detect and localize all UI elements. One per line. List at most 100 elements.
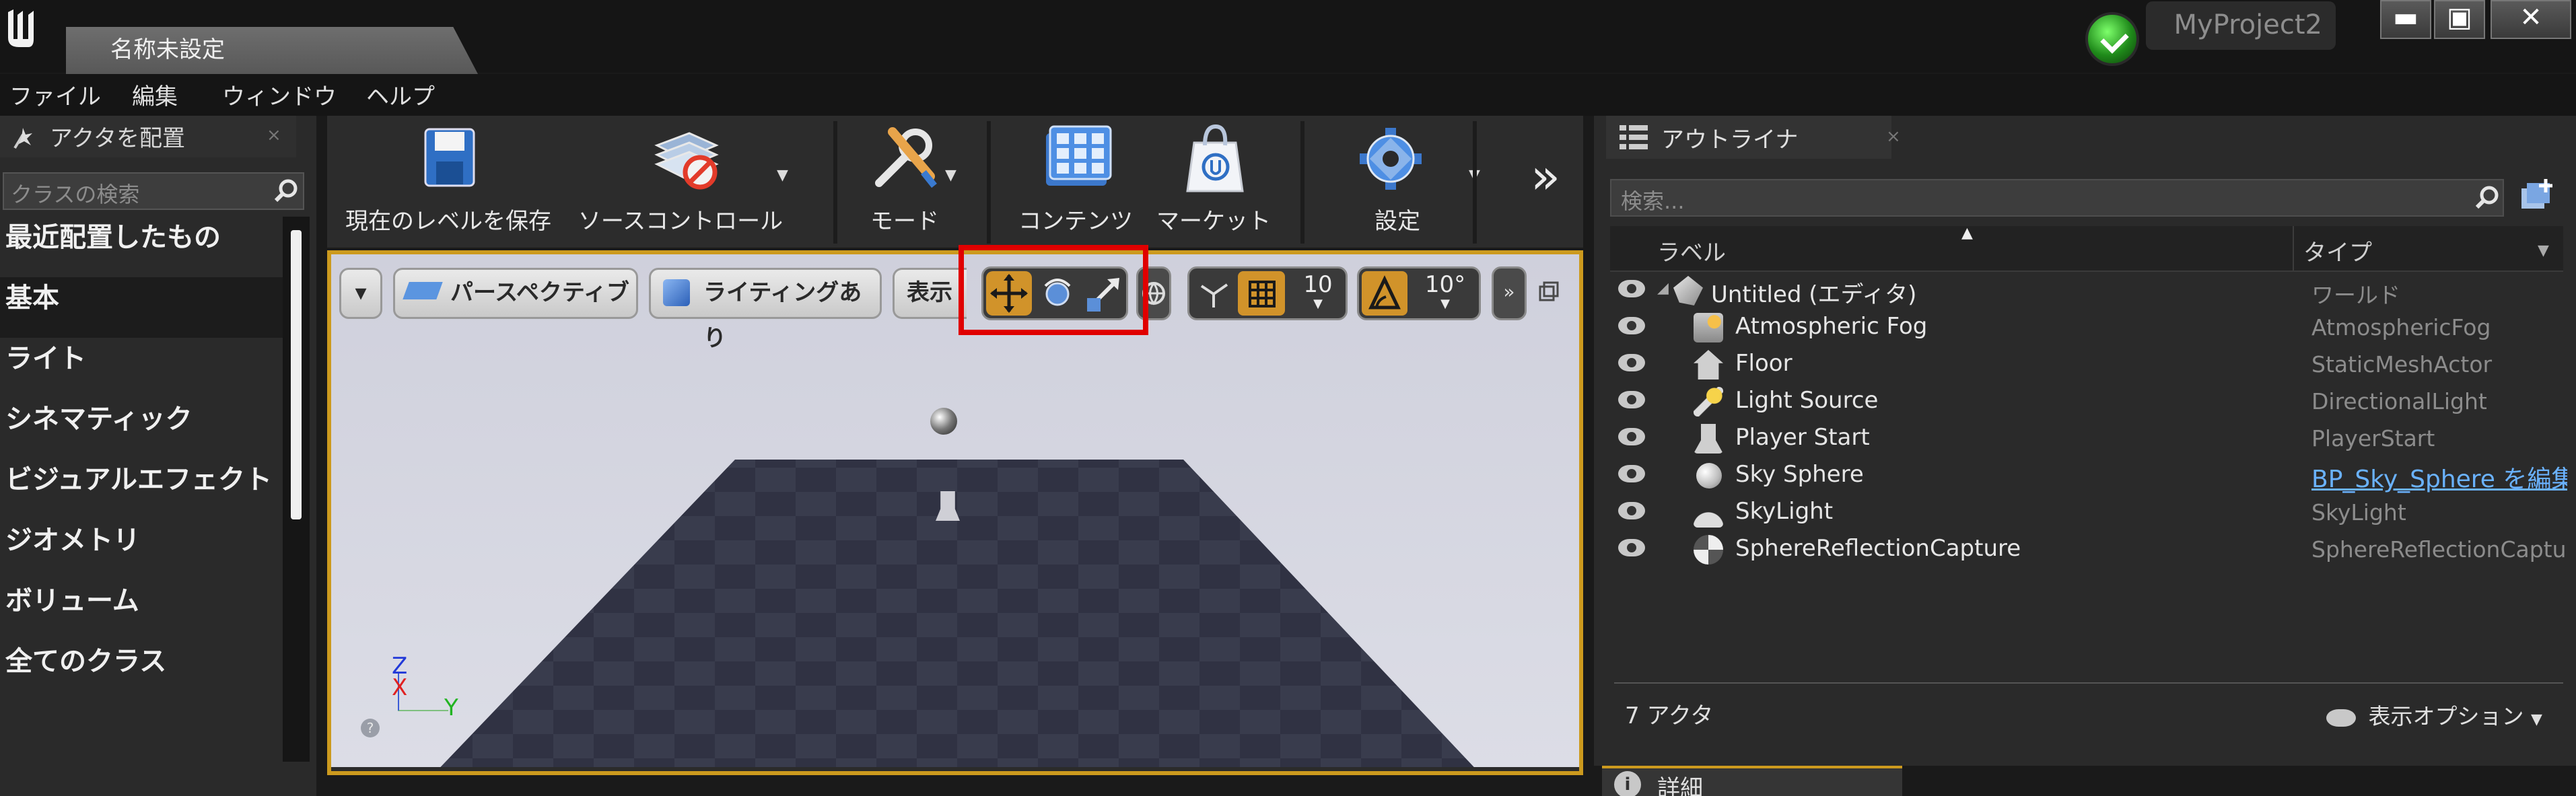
category-list: 最近配置したもの 基本 ライト シネマティック ビジュアルエフェクト ジオメトリ… [0,217,283,701]
grid-snap-toggle[interactable] [1238,271,1285,316]
category-scrollbar[interactable] [283,217,310,762]
outliner-row-world[interactable]: ◢ Untitled (エディタ) ワールド [1610,272,2563,309]
row-label: Atmospheric Fog [1735,313,1928,340]
category-cinematic[interactable]: シネマティック [0,398,283,459]
view-options-button[interactable]: 表示オプション ▼ [2326,698,2542,731]
visibility-eye-icon[interactable] [1618,428,1645,445]
category-volumes[interactable]: ボリューム [0,580,283,641]
close-tab-icon[interactable]: × [1886,126,1901,147]
menu-window[interactable]: ウィンドウ [222,78,337,111]
lighting-mode-button[interactable]: ライティングあり [649,268,882,352]
project-name-box: MyProject2 [2146,1,2336,50]
class-search-input[interactable]: クラスの検索 [3,172,304,210]
row-label: Floor [1735,350,1792,377]
row-label: SkyLight [1735,498,1834,525]
view-mode-perspective-button[interactable]: パースペクティブ [393,268,638,319]
edit-blueprint-link[interactable]: BP_Sky_Sphere を編集 [2311,460,2567,495]
source-control-button[interactable]: ▼ ソースコントロール [569,116,792,248]
close-button[interactable]: ✕ [2491,0,2571,39]
outliner-search-placeholder: 検索... [1621,188,1685,214]
lit-cube-icon [663,279,690,306]
show-flags-button[interactable]: 表示 [893,268,967,319]
modes-button[interactable]: ▼ モード [844,116,965,248]
category-lights[interactable]: ライト [0,338,283,398]
grid-snap-value-dropdown[interactable]: 10 ▼ [1290,271,1346,316]
category-basic[interactable]: 基本 [0,277,283,338]
title-bar: 名称未設定 MyProject2 ▬ ▣ ✕ [0,0,2576,74]
details-tab[interactable]: i 詳細 [1602,766,1902,796]
menu-file[interactable]: ファイル [9,78,101,111]
type-column-header[interactable]: タイプ [2303,234,2372,267]
close-tab-icon[interactable]: × [267,125,281,145]
visibility-eye-icon[interactable] [1618,280,1645,297]
menu-help[interactable]: ヘルプ [366,78,435,111]
level-viewport[interactable]: ▾ パースペクティブ ライティングあり 表示 10 ▼ 10° ▼ » [327,250,1583,771]
rotation-snap-dropdown-icon: ▼ [1440,297,1450,311]
outliner-search-input[interactable]: 検索... [1610,179,2504,217]
outliner-header: ラベル ▲ タイプ ▼ [1610,225,2563,272]
category-all-classes[interactable]: 全てのクラス [0,641,283,701]
row-label: SphereReflectionCapture [1735,535,2021,562]
maximize-viewport-icon[interactable] [1537,280,1560,303]
view-options-dropdown-icon: ▼ [2531,711,2542,728]
menu-bar: ファイル 編集 ウィンドウ ヘルプ [0,74,2576,116]
eye-icon [2326,709,2356,727]
outliner-row-skylight[interactable]: SkyLight SkyLight [1610,494,2563,531]
visibility-eye-icon[interactable] [1618,539,1645,556]
outliner-rows: ◢ Untitled (エディタ) ワールド Atmospheric Fog A… [1610,272,2567,568]
category-geometry[interactable]: ジオメトリ [0,519,283,580]
outliner-tab[interactable]: アウトライナ × [1606,116,1901,159]
sky-sphere-sprite[interactable] [930,408,957,435]
maximize-button[interactable]: ▣ [2434,0,2485,39]
outliner-tab-label: アウトライナ [1661,126,1799,153]
outliner-row-sphere-reflection-capture[interactable]: SphereReflectionCapture SphereReflection… [1610,531,2567,568]
settings-label: 設定 [1374,208,1420,235]
scrollbar-thumb[interactable] [291,230,302,519]
toolbar-separator [1300,121,1304,244]
row-type: ワールド [2311,282,2400,308]
unreal-logo-icon[interactable] [4,5,38,52]
content-label: コンテンツ [1018,208,1133,235]
visibility-eye-icon[interactable] [1618,465,1645,482]
grid-snap-group: 10 ▼ [1187,266,1348,320]
toolbar-overflow-icon[interactable]: » [1531,148,1560,205]
grid-snap-dropdown-icon: ▼ [1313,297,1323,311]
outliner-row-sky-sphere[interactable]: Sky Sphere BP_Sky_Sphere を編集 [1610,457,2567,494]
visibility-eye-icon[interactable] [1618,317,1645,334]
category-visual-effects[interactable]: ビジュアルエフェクト [0,459,283,519]
surface-snap-button[interactable] [1193,273,1235,314]
outliner-row-floor[interactable]: Floor StaticMeshActor [1610,346,2563,383]
type-column-dropdown-icon[interactable]: ▼ [2538,242,2549,259]
row-label: Sky Sphere [1735,461,1864,488]
row-label: Untitled (エディタ) [1711,281,1917,308]
save-level-button[interactable]: 現在のレベルを保存 [339,116,557,248]
category-recent[interactable]: 最近配置したもの [0,217,283,277]
minimize-button[interactable]: ▬ [2380,0,2431,39]
place-actors-tab[interactable]: アクタを配置 × [0,116,296,157]
modes-dropdown-icon[interactable]: ▼ [945,167,956,184]
viewport-toolbar-overflow-button[interactable]: » [1492,266,1527,320]
create-folder-icon[interactable] [2517,178,2555,215]
visibility-eye-icon[interactable] [1618,502,1645,519]
label-column-header[interactable]: ラベル [1657,234,1726,267]
source-control-icon [654,132,719,190]
outliner-row-atmospheric-fog[interactable]: Atmospheric Fog AtmosphericFog [1610,309,2563,346]
menu-edit[interactable]: 編集 [132,78,178,111]
source-control-label: ソースコントロール [578,208,784,235]
viewport-options-button[interactable]: ▾ [339,268,382,319]
help-icon[interactable]: ? [361,719,380,737]
grid-icon [1249,281,1276,307]
document-tab[interactable]: 名称未設定 [66,27,478,74]
visibility-eye-icon[interactable] [1618,391,1645,408]
outliner-row-player-start[interactable]: Player Start PlayerStart [1610,420,2563,457]
source-control-status-icon[interactable] [2085,12,2139,66]
rotation-snap-toggle[interactable] [1362,271,1407,316]
marketplace-button[interactable]: マーケット [1150,116,1278,248]
outliner-row-light-source[interactable]: Light Source DirectionalLight [1610,383,2563,420]
rotation-snap-value-dropdown[interactable]: 10° ▼ [1412,271,1479,316]
visibility-eye-icon[interactable] [1618,354,1645,371]
collapse-triangle-icon[interactable]: ◢ [1657,280,1669,297]
settings-button[interactable]: ▼ 設定 [1317,116,1480,248]
source-control-dropdown-icon[interactable]: ▼ [777,167,788,184]
content-button[interactable]: コンテンツ [1008,116,1143,248]
